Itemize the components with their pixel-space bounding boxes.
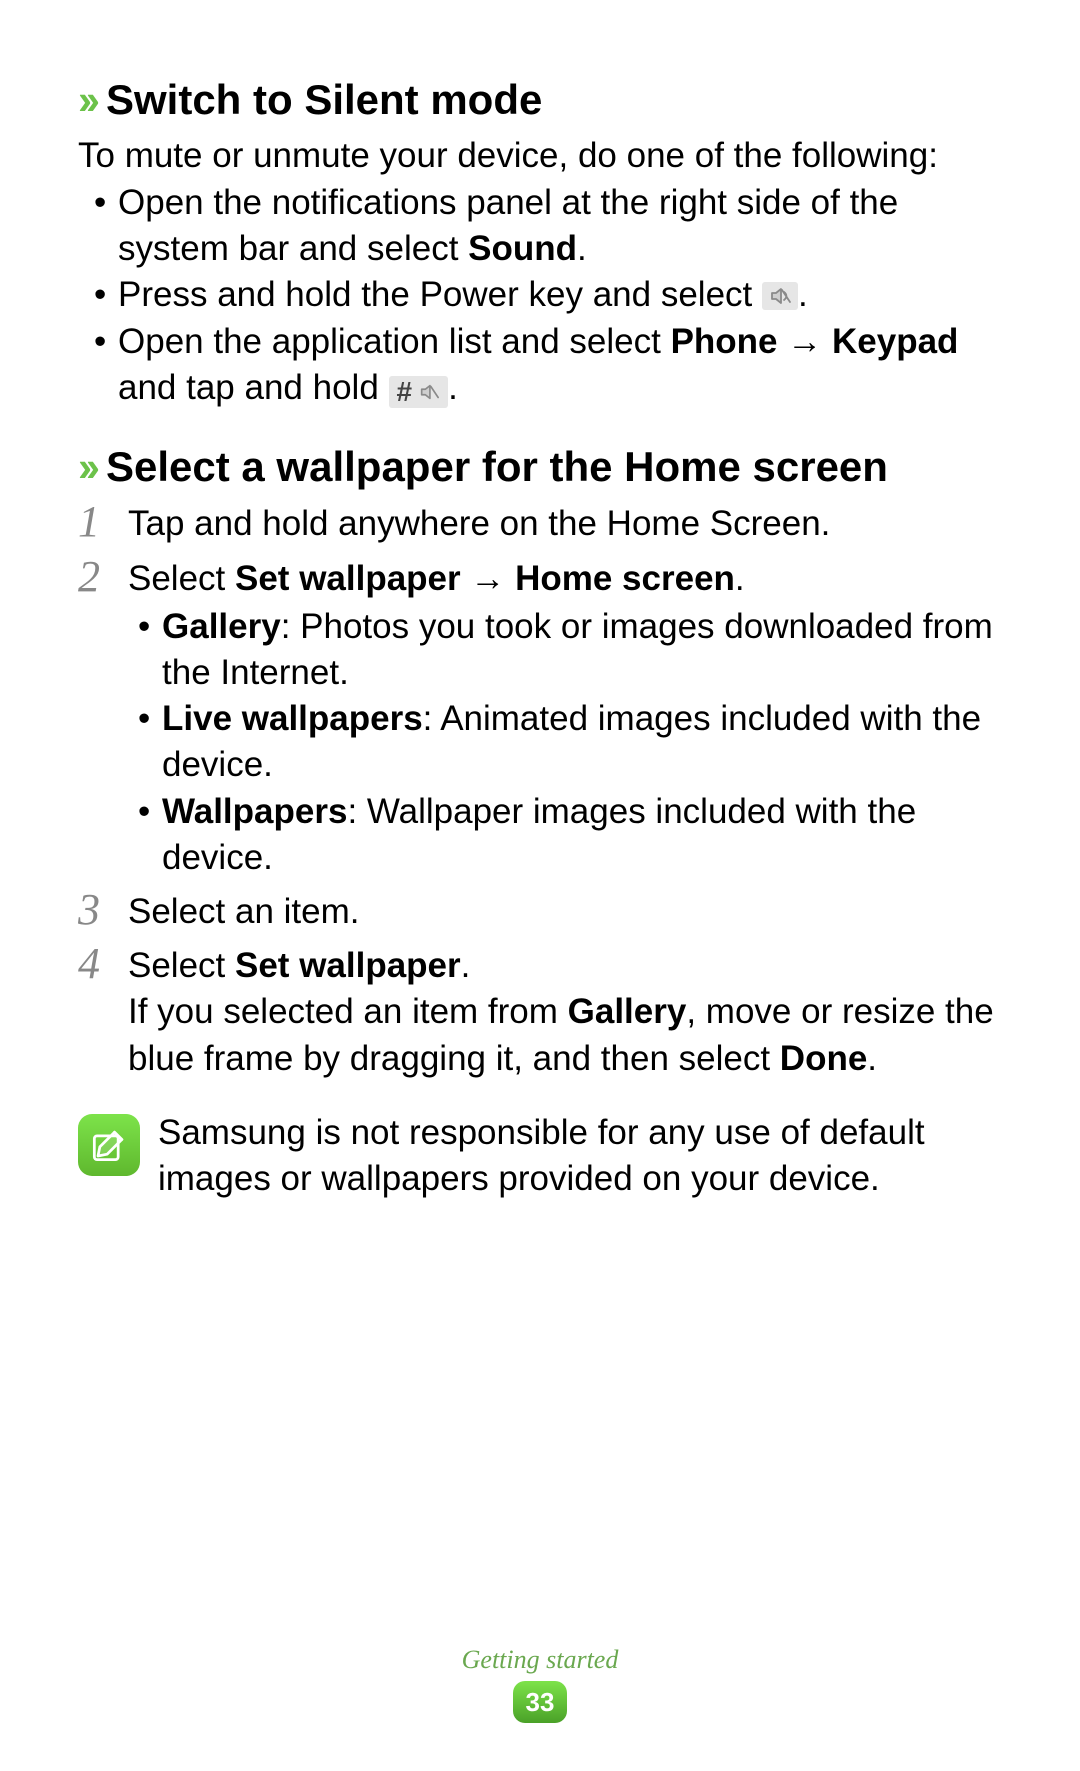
page-number-badge: 33 [513, 1681, 567, 1723]
heading-wallpaper: ›› Select a wallpaper for the Home scree… [78, 441, 1002, 494]
step-text: Select an item. [122, 887, 1002, 935]
text: Select [128, 559, 235, 598]
step-number: 2 [78, 554, 122, 600]
page-footer: Getting started 33 [0, 1645, 1080, 1723]
step-1: 1 Tap and hold anywhere on the Home Scre… [78, 499, 1002, 547]
footer-section: Getting started [0, 1645, 1080, 1675]
step-text: Select Set wallpaper. If you selected an… [122, 941, 1002, 1082]
phone-label: Phone [671, 322, 778, 361]
desc: : Photos you took or images downloaded f… [162, 607, 993, 692]
text: . [448, 368, 458, 407]
text: Select [128, 946, 235, 985]
step-3: 3 Select an item. [78, 887, 1002, 935]
label: Wallpapers [162, 792, 347, 831]
text: and tap and hold [118, 368, 389, 407]
arrow-icon: → [461, 559, 515, 598]
intro-silent: To mute or unmute your device, do one of… [78, 133, 1002, 179]
chevron-icon: ›› [78, 74, 94, 127]
arrow-icon: → [778, 322, 832, 361]
wallpaper-options: Gallery: Photos you took or images downl… [128, 604, 1002, 881]
bullet-notifications: Open the notifications panel at the righ… [78, 180, 1002, 272]
step-number: 1 [78, 499, 122, 545]
text: . [461, 946, 471, 985]
set-wallpaper-label: Set wallpaper [235, 559, 461, 598]
text: . [577, 229, 587, 268]
option-gallery: Gallery: Photos you took or images downl… [128, 604, 1002, 696]
step-4: 4 Select Set wallpaper. If you selected … [78, 941, 1002, 1082]
heading-text: Switch to Silent mode [106, 74, 542, 127]
text: Press and hold the Power key and select [118, 275, 762, 314]
hash-symbol: # [397, 378, 413, 406]
step-2: 2 Select Set wallpaper → Home screen. Ga… [78, 554, 1002, 881]
mute-icon [762, 282, 798, 310]
text: . [735, 559, 745, 598]
note-text: Samsung is not responsible for any use o… [158, 1110, 1002, 1202]
text: Open the application list and select [118, 322, 671, 361]
heading-text: Select a wallpaper for the Home screen [106, 441, 888, 494]
hash-mute-icon: # [389, 376, 449, 408]
sound-label: Sound [468, 229, 577, 268]
gallery-label: Gallery [568, 992, 687, 1031]
note-block: Samsung is not responsible for any use o… [78, 1110, 1002, 1202]
silent-bullets: Open the notifications panel at the righ… [78, 180, 1002, 411]
bullet-power-key: Press and hold the Power key and select … [78, 272, 1002, 318]
heading-silent-mode: ›› Switch to Silent mode [78, 74, 1002, 127]
set-wallpaper-label: Set wallpaper [235, 946, 461, 985]
text: . [798, 275, 808, 314]
note-icon [78, 1114, 140, 1176]
text: If you selected an item from [128, 992, 568, 1031]
manual-page: ›› Switch to Silent mode To mute or unmu… [0, 0, 1080, 1771]
done-label: Done [780, 1039, 868, 1078]
label: Gallery [162, 607, 281, 646]
keypad-label: Keypad [832, 322, 958, 361]
step-number: 4 [78, 941, 122, 987]
option-wallpapers: Wallpapers: Wallpaper images included wi… [128, 789, 1002, 881]
step-number: 3 [78, 887, 122, 933]
label: Live wallpapers [162, 699, 423, 738]
chevron-icon: ›› [78, 441, 94, 494]
home-screen-label: Home screen [515, 559, 735, 598]
step-text: Select Set wallpaper → Home screen. Gall… [122, 554, 1002, 881]
page-content: ›› Switch to Silent mode To mute or unmu… [78, 74, 1002, 1707]
wallpaper-steps: 1 Tap and hold anywhere on the Home Scre… [78, 499, 1002, 1081]
step-text: Tap and hold anywhere on the Home Screen… [122, 499, 1002, 547]
option-live-wallpapers: Live wallpapers: Animated images include… [128, 696, 1002, 788]
bullet-phone-keypad: Open the application list and select Pho… [78, 319, 1002, 411]
text: . [867, 1039, 877, 1078]
